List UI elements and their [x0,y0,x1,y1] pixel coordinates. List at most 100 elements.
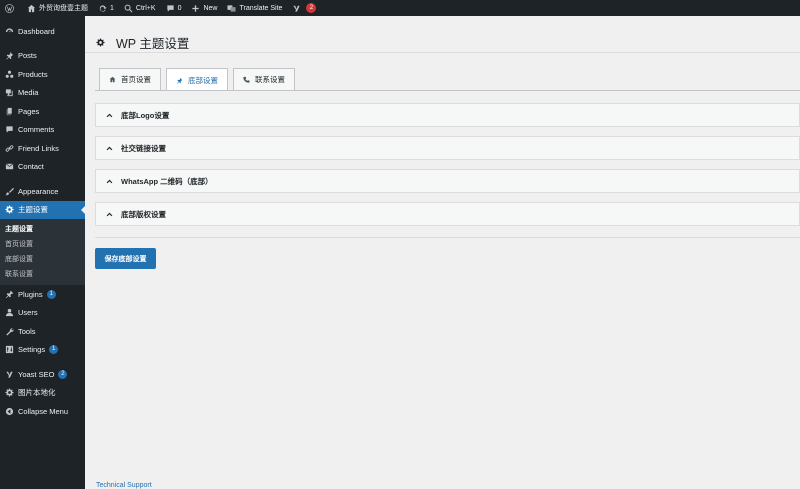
sidebar-item-label: Dashboard [18,26,55,36]
panel-social-links[interactable]: 社交链接设置 [95,136,800,160]
plugin-icon [4,289,14,299]
paintbrush-icon [4,186,14,196]
link-icon [4,143,14,153]
media-icon [4,88,14,98]
sidebar-item-label: Comments [18,125,55,135]
updates-link[interactable]: 1 [93,0,119,16]
sidebar-item-image-localize[interactable]: 图片本地化 [0,384,85,403]
sidebar-item-dashboard[interactable]: Dashboard [0,22,85,41]
wrench-icon [4,326,14,336]
theme-settings-submenu: 主题设置 首页设置 底部设置 联系设置 [0,219,85,285]
submenu-item-home-settings[interactable]: 首页设置 [0,237,85,252]
dashboard-icon [4,26,14,36]
chevron-up-icon [106,145,113,152]
site-name: 外贸询盘壹主题 [39,5,88,12]
sidebar-item-label: 主题设置 [18,205,48,215]
sidebar-item-appearance[interactable]: Appearance [0,182,85,201]
sidebar-item-media[interactable]: Media [0,84,85,103]
sidebar-item-pages[interactable]: Pages [0,102,85,121]
tab-footer-settings[interactable]: 底部设置 [166,68,228,91]
sidebar-item-label: Media [18,88,39,98]
sidebar-item-products[interactable]: Products [0,65,85,84]
sidebar-item-plugins[interactable]: Plugins 1 [0,285,85,304]
yoast-icon [4,369,14,379]
sidebar-item-theme-settings[interactable]: 主题设置 [0,200,85,219]
admin-sidebar: Dashboard Posts Products Media Pages Com… [0,16,85,489]
sidebar-item-posts[interactable]: Posts [0,47,85,66]
settings-icon [4,345,14,355]
site-name-link[interactable]: 外贸询盘壹主题 [22,0,93,16]
home-icon [27,4,36,12]
panel-whatsapp-qr[interactable]: WhatsApp 二维码（底部） [95,169,800,193]
panels-divider [95,237,800,238]
tabs-divider [95,90,800,91]
main-content: WP 主题设置 首页设置 底部设置 联系设置 底部Logo设置 社交链接设置 W… [85,16,800,489]
submenu-item-footer-settings[interactable]: 底部设置 [0,252,85,267]
sidebar-item-label: Yoast SEO [18,369,55,379]
comments-count: 0 [177,4,182,12]
sidebar-item-label: Tools [18,326,36,336]
save-footer-settings-button[interactable]: 保存底部设置 [95,248,156,269]
yoast-adminbar-link[interactable]: 2 [287,0,321,16]
comments-link[interactable]: 0 [161,0,187,16]
sidebar-item-label: Settings [18,345,46,355]
sidebar-item-label: Collapse Menu [18,406,69,416]
sidebar-item-settings[interactable]: Settings 1 [0,341,85,360]
gear-icon [4,388,14,398]
translate-site-link[interactable]: Translate Site [222,0,287,16]
sidebar-item-label: Friend Links [18,143,59,153]
panel-title: 底部版权设置 [121,209,166,219]
home-icon [109,76,116,83]
yoast-icon [293,5,301,12]
translate-icon [227,4,237,12]
refresh-icon [99,4,107,12]
panel-footer-copyright[interactable]: 底部版权设置 [95,202,800,226]
pin-icon [177,77,183,84]
sidebar-item-label: Plugins [18,289,43,299]
pin-icon [4,51,14,61]
sidebar-item-label: Pages [18,106,40,116]
technical-support-link[interactable]: Technical Support [96,482,152,489]
sidebar-item-comments[interactable]: Comments [0,121,85,140]
translate-label: Translate Site [239,4,283,12]
chevron-up-icon [106,112,113,119]
panel-footer-logo[interactable]: 底部Logo设置 [95,103,800,127]
gear-icon [96,38,105,47]
chevron-up-icon [106,178,113,185]
yoast-adminbar-badge: 2 [306,3,317,13]
settings-tabs: 首页设置 底部设置 联系设置 [99,68,300,91]
page-title-text: WP 主题设置 [116,37,190,51]
admin-bar: 外贸询盘壹主题 1 Ctrl+K 0 New Translate Site 2 [0,0,800,16]
tab-label: 底部设置 [188,75,218,85]
plus-icon [192,4,200,12]
sidebar-item-friend-links[interactable]: Friend Links [0,139,85,158]
sidebar-item-label: Products [18,69,48,79]
yoast-update-badge: 2 [58,369,68,379]
tab-contact-settings[interactable]: 联系设置 [233,68,295,90]
collapse-menu-button[interactable]: Collapse Menu [0,402,85,421]
wordpress-logo-button[interactable] [0,0,22,16]
sidebar-item-label: 图片本地化 [18,388,56,398]
sidebar-item-tools[interactable]: Tools [0,322,85,341]
sidebar-item-users[interactable]: Users [0,304,85,323]
new-label: New [203,4,218,12]
search-shortcut[interactable]: Ctrl+K [119,0,161,16]
sidebar-item-yoast-seo[interactable]: Yoast SEO 2 [0,365,85,384]
pages-icon [4,106,14,116]
submenu-item-contact-settings[interactable]: 联系设置 [0,267,85,282]
title-divider [85,52,800,53]
sidebar-item-contact[interactable]: Contact [0,158,85,177]
sidebar-item-label: Appearance [18,186,59,196]
search-shortcut-label: Ctrl+K [135,4,156,12]
tab-home-settings[interactable]: 首页设置 [99,68,161,90]
phone-icon [243,76,250,83]
panel-title: 底部Logo设置 [121,110,170,120]
tab-label: 联系设置 [255,75,285,84]
wordpress-icon [5,3,14,13]
submenu-item-theme-settings[interactable]: 主题设置 [0,222,85,237]
user-icon [4,308,14,318]
new-content-link[interactable]: New [186,0,222,16]
settings-update-badge: 1 [49,345,59,355]
tab-label: 首页设置 [121,75,151,84]
chevron-up-icon [106,211,113,218]
